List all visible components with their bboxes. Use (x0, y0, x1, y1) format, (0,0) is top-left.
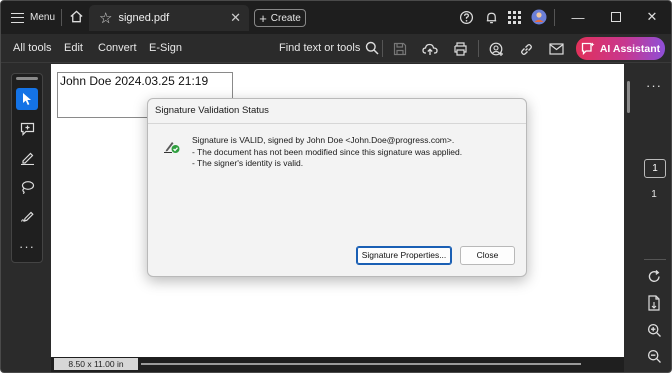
maximize-button[interactable] (601, 8, 631, 26)
signature-properties-button[interactable]: Signature Properties... (356, 246, 452, 265)
lasso-icon (21, 181, 34, 194)
close-icon: ✕ (646, 9, 658, 24)
tab-document[interactable]: ☆ signed.pdf ✕ (89, 5, 249, 31)
zoom-in-icon (647, 323, 661, 337)
print-button[interactable] (451, 40, 469, 58)
convert-menu[interactable]: Convert (98, 42, 137, 54)
link-button[interactable] (517, 40, 535, 58)
signature-validation-dialog: Signature Validation Status Signature is… (147, 98, 527, 277)
divider (61, 9, 62, 26)
page-count: 1 (651, 188, 657, 200)
page-size-label: 8.50 x 11.00 in (54, 358, 138, 370)
validation-message: Signature is VALID, signed by John Doe <… (192, 135, 462, 170)
close-window-button[interactable]: ✕ (637, 8, 667, 26)
upload-cloud-icon (422, 43, 438, 55)
add-user-icon (489, 42, 503, 56)
app-window: Menu ☆ signed.pdf ✕ + Create — ✕ All too… (0, 0, 672, 373)
email-button[interactable] (547, 40, 565, 58)
zoom-out-icon (647, 349, 661, 363)
rotate-icon (648, 269, 660, 282)
validation-line-3: - The signer's identity is valid. (192, 158, 304, 168)
more-tools-button[interactable]: ··· (16, 235, 38, 257)
validation-line-2: - The document has not been modified sin… (192, 146, 463, 157)
page-thumbnail-button[interactable] (642, 294, 666, 312)
main-toolbar: All tools Edit Convert E-Sign Find text … (1, 34, 671, 63)
right-rail-more-button[interactable]: ··· (642, 77, 666, 93)
more-icon: ··· (646, 77, 662, 93)
divider (478, 40, 479, 57)
divider (382, 40, 383, 57)
document-page-icon (648, 295, 660, 311)
esign-menu[interactable]: E-Sign (149, 42, 182, 54)
valid-signature-icon (164, 142, 180, 153)
minimize-button[interactable]: — (563, 8, 593, 26)
save-button[interactable] (391, 40, 409, 58)
menu-button[interactable]: Menu (11, 9, 55, 26)
ai-assistant-icon (581, 42, 595, 55)
zoom-in-button[interactable] (642, 321, 666, 339)
minimize-icon: — (571, 9, 585, 25)
hamburger-icon (11, 12, 24, 23)
add-comment-icon (20, 122, 34, 136)
rotate-button[interactable] (642, 267, 666, 285)
dialog-body: Signature is VALID, signed by John Doe <… (148, 123, 526, 277)
validation-line-1: Signature is VALID, signed by John Doe <… (192, 135, 455, 145)
vertical-scrollbar[interactable] (627, 81, 630, 113)
panel-handle[interactable] (16, 77, 38, 80)
more-icon: ··· (19, 238, 35, 254)
apps-grid-icon[interactable] (508, 11, 521, 24)
page-number-input[interactable]: 1 (644, 159, 666, 178)
edit-menu[interactable]: Edit (64, 42, 83, 54)
email-icon (548, 43, 564, 55)
tab-title: signed.pdf (118, 12, 170, 24)
sign-pen-icon (20, 211, 34, 222)
draw-tool-button[interactable] (16, 176, 38, 198)
left-tool-panel: ··· (11, 73, 43, 263)
add-comment-button[interactable] (16, 118, 38, 140)
create-button[interactable]: + Create (254, 9, 306, 27)
highlight-tool-button[interactable] (16, 147, 38, 169)
star-icon[interactable]: ☆ (99, 9, 112, 27)
close-button[interactable]: Close (460, 246, 515, 265)
home-button[interactable] (69, 9, 84, 24)
plus-icon: + (259, 10, 267, 26)
share-user-button[interactable] (487, 40, 505, 58)
upload-cloud-button[interactable] (421, 40, 439, 58)
divider (644, 259, 666, 260)
ai-assistant-button[interactable]: AI Assistant (576, 37, 665, 60)
menu-label: Menu (30, 12, 56, 23)
title-bar: Menu ☆ signed.pdf ✕ + Create — ✕ (1, 1, 671, 34)
select-tool-button[interactable] (16, 88, 38, 110)
all-tools-menu[interactable]: All tools (13, 42, 52, 54)
divider (554, 9, 555, 26)
help-icon[interactable] (459, 10, 474, 25)
signature-text: John Doe 2024.03.25 21:19 (60, 74, 209, 88)
cursor-arrow-icon (23, 93, 31, 105)
print-icon (453, 42, 467, 56)
link-icon (520, 43, 532, 55)
pen-icon (20, 152, 34, 165)
find-label: Find text or tools (279, 42, 361, 54)
horizontal-scrollbar[interactable] (141, 363, 581, 365)
save-icon (393, 42, 407, 56)
home-icon (70, 10, 83, 23)
zoom-out-button[interactable] (642, 347, 666, 365)
maximize-icon (611, 12, 621, 22)
close-tab-icon[interactable]: ✕ (230, 10, 241, 26)
ai-assistant-label: AI Assistant (599, 42, 661, 55)
status-bar: 8.50 x 11.00 in (51, 357, 624, 372)
avatar[interactable] (531, 9, 547, 25)
create-label: Create (270, 12, 301, 24)
fill-sign-tool-button[interactable] (16, 205, 38, 227)
search-icon (366, 41, 379, 55)
dialog-title: Signature Validation Status (155, 105, 269, 116)
bell-icon[interactable] (484, 10, 499, 25)
find-tools-button[interactable]: Find text or tools (279, 41, 379, 55)
